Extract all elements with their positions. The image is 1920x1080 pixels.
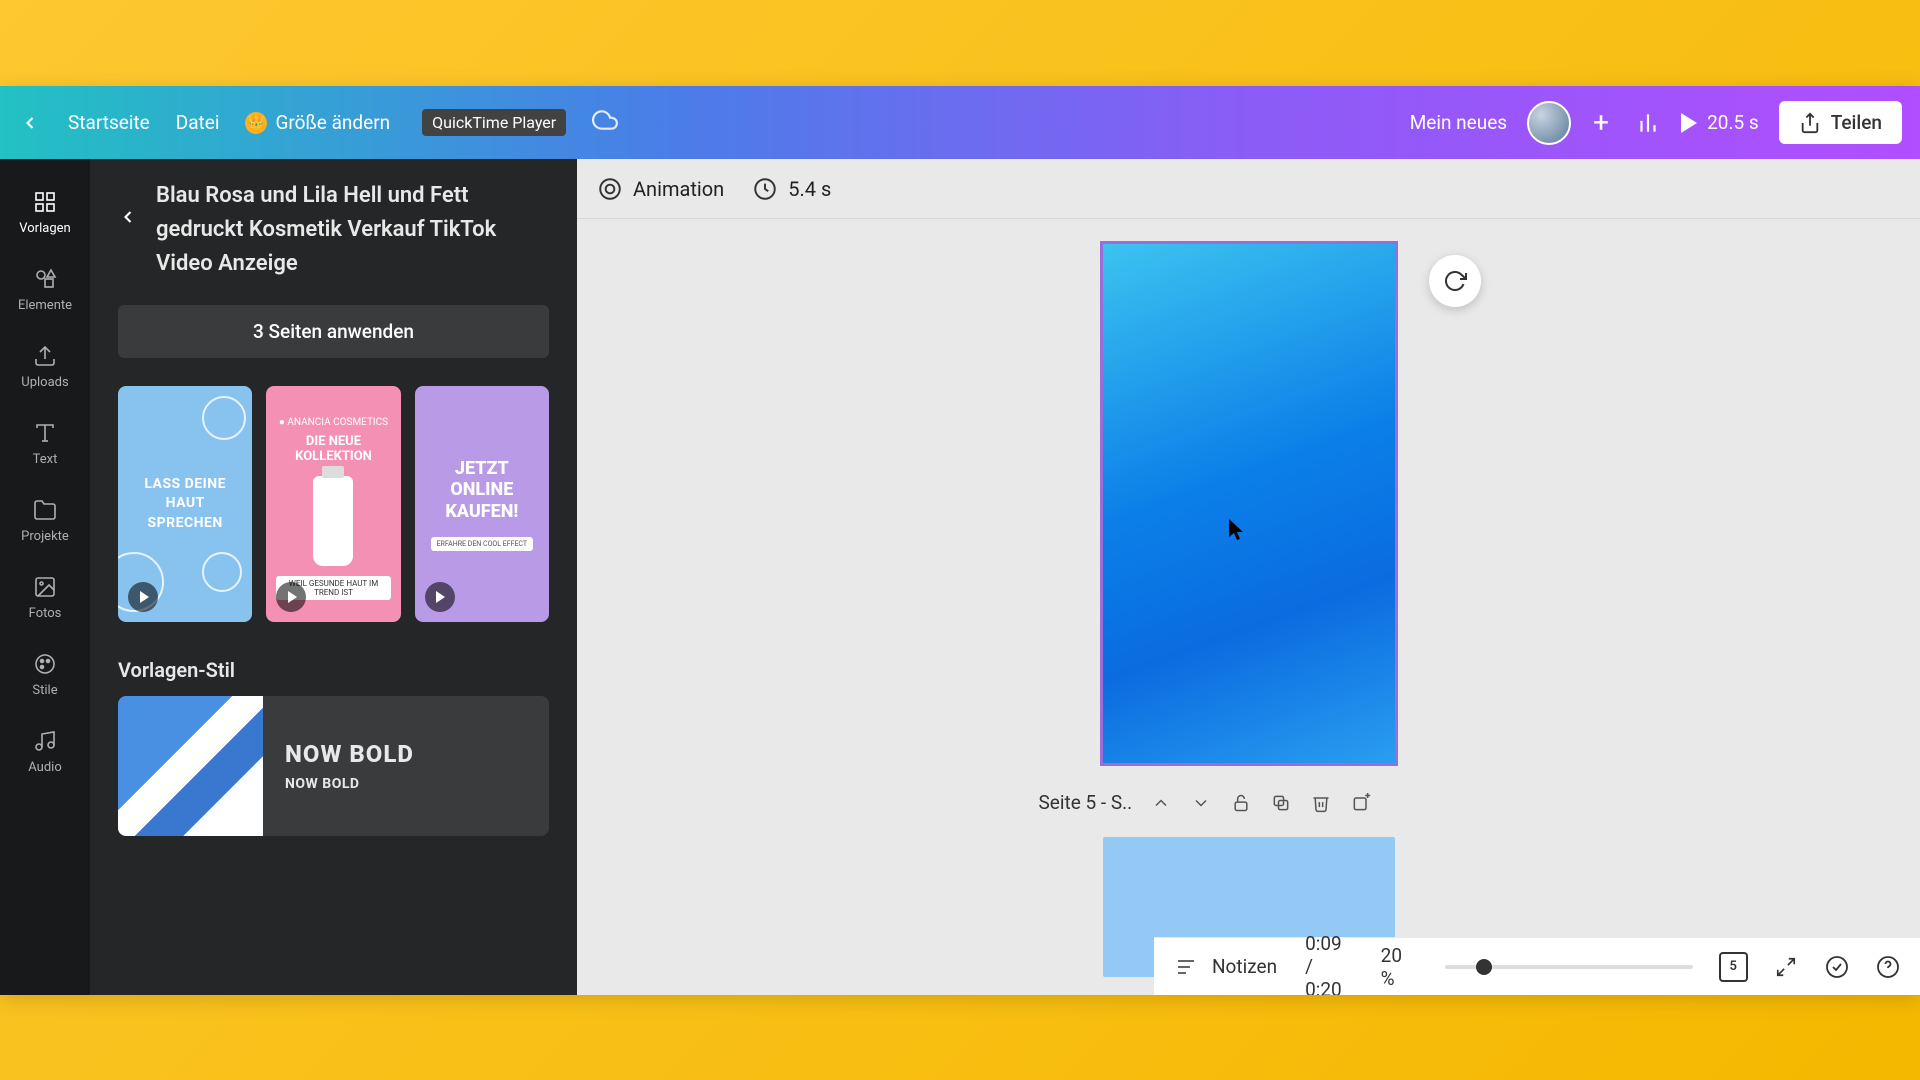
nav-templates[interactable]: Vorlagen [0,177,90,248]
file-menu[interactable]: Datei [176,111,220,134]
bottom-bar: Notizen 0:09 / 0:20 20 % 5 [1154,937,1920,995]
canvas-body[interactable]: Seite 5 - S.. [577,219,1920,995]
resize-menu[interactable]: 👑 Größe ändern [245,111,390,134]
apply-all-pages-button[interactable]: 3 Seiten anwenden [118,305,549,358]
page-canvas[interactable] [1100,241,1398,766]
panel-back-button[interactable] [118,203,138,231]
home-link[interactable]: Startseite [68,111,150,134]
back-button[interactable] [18,111,42,135]
nav-audio[interactable]: Audio [0,716,90,787]
nav-styles[interactable]: Stile [0,639,90,710]
add-page-button[interactable] [1350,792,1372,814]
quicktime-badge: QuickTime Player [422,109,566,136]
check-button[interactable] [1824,954,1849,980]
play-icon [128,582,158,612]
template-page-thumb-1[interactable]: LASS DEINE HAUT SPRECHEN [118,386,252,622]
zoom-level[interactable]: 20 % [1381,944,1419,990]
duration-button[interactable]: 5.4 s [752,176,831,202]
style-swatch [118,696,263,836]
style-subtitle: NOW BOLD [285,776,414,792]
duration-label: 20.5 s [1707,111,1759,134]
nav-text[interactable]: Text [0,408,90,479]
playback-time: 0:09 / 0:20 [1305,932,1353,995]
duplicate-page-button[interactable] [1270,792,1292,814]
canvas-area: Animation 5.4 s Seite 5 - S.. [577,159,1920,995]
template-page-thumb-3[interactable]: JETZT ONLINE KAUFEN! ERFAHRE DEN COOL EF… [415,386,549,622]
add-member-button[interactable]: + [1587,109,1615,137]
page-count-button[interactable]: 5 [1719,952,1748,982]
template-style-card[interactable]: NOW BOLD NOW BOLD [118,696,549,836]
top-bar: Startseite Datei 👑 Größe ändern QuickTim… [0,86,1920,159]
style-section-title: Vorlagen-Stil [118,658,549,682]
nav-elements[interactable]: Elemente [0,254,90,325]
fullscreen-button[interactable] [1774,954,1799,980]
animation-button[interactable]: Animation [597,176,724,202]
page-controls: Seite 5 - S.. [1039,791,1459,814]
play-icon [425,582,455,612]
page-label[interactable]: Seite 5 - S.. [1039,791,1133,814]
page-down-button[interactable] [1190,792,1212,814]
style-title: NOW BOLD [285,740,414,768]
canvas-toolbar: Animation 5.4 s [577,159,1920,219]
play-icon [1681,113,1697,133]
play-icon [276,582,306,612]
template-panel: Blau Rosa und Lila Hell und Fett gedruck… [90,159,577,995]
notes-button[interactable]: Notizen [1174,955,1277,979]
nav-photos[interactable]: Fotos [0,562,90,633]
help-button[interactable] [1875,954,1900,980]
delete-page-button[interactable] [1310,792,1332,814]
template-title: Blau Rosa und Lila Hell und Fett gedruck… [156,179,549,281]
nav-projects[interactable]: Projekte [0,485,90,556]
refresh-canvas-button[interactable] [1429,255,1481,307]
side-nav: Vorlagen Elemente Uploads Text Projekte … [0,159,90,995]
zoom-slider[interactable] [1445,965,1693,969]
insights-icon[interactable] [1635,110,1661,136]
crown-icon: 👑 [245,112,267,134]
nav-uploads[interactable]: Uploads [0,331,90,402]
document-title[interactable]: Mein neues [1410,111,1507,134]
template-page-thumb-2[interactable]: ● ANANCIA COSMETICS DIE NEUE KOLLEKTION … [266,386,400,622]
present-button[interactable]: 20.5 s [1681,111,1759,134]
page-up-button[interactable] [1150,792,1172,814]
lock-page-button[interactable] [1230,792,1252,814]
cloud-sync-icon[interactable] [592,107,618,138]
user-avatar[interactable] [1527,101,1571,145]
share-button[interactable]: Teilen [1779,101,1902,144]
